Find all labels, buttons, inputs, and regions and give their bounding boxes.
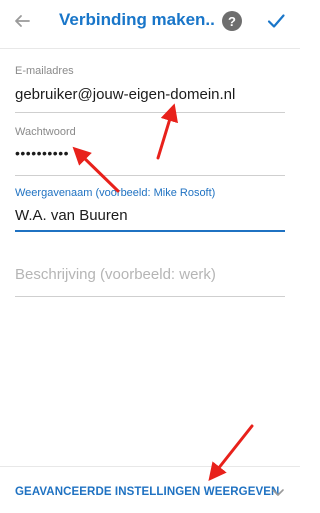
page-title: Verbinding maken... — [59, 10, 215, 29]
email-field[interactable]: E-mailadres gebruiker@jouw-eigen-domein.… — [15, 65, 285, 113]
back-button[interactable] — [8, 7, 36, 35]
advanced-settings-link[interactable]: GEAVANCEERDE INSTELLINGEN WEERGEVEN — [15, 486, 279, 498]
password-input[interactable]: •••••••••• — [15, 145, 69, 161]
help-button[interactable]: ? — [222, 11, 242, 31]
arrow-left-icon — [15, 15, 30, 27]
account-setup-screen: Verbinding maken... ? E-mailadres gebrui… — [0, 0, 300, 513]
email-label: E-mailadres — [15, 65, 74, 77]
description-input[interactable]: Beschrijving (voorbeeld: werk) — [15, 266, 216, 283]
checkmark-icon — [267, 14, 285, 28]
advanced-settings-toggle[interactable] — [270, 485, 286, 499]
display-name-field[interactable]: Weergavenaam (voorbeeld: Mike Rosoft) W.… — [15, 187, 285, 232]
description-field[interactable]: Beschrijving (voorbeeld: werk) — [15, 264, 285, 299]
footer-divider — [0, 466, 300, 467]
email-input[interactable]: gebruiker@jouw-eigen-domein.nl — [15, 86, 235, 103]
app-bar: Verbinding maken... ? — [0, 0, 300, 42]
display-name-label: Weergavenaam (voorbeeld: Mike Rosoft) — [15, 187, 216, 199]
display-name-input[interactable]: W.A. van Buuren — [15, 207, 128, 224]
description-underline — [15, 296, 285, 297]
chevron-down-icon — [272, 489, 284, 496]
confirm-button[interactable] — [263, 8, 289, 34]
password-underline — [15, 175, 285, 176]
email-underline — [15, 112, 285, 113]
password-label: Wachtwoord — [15, 126, 76, 138]
password-field[interactable]: Wachtwoord •••••••••• — [15, 126, 285, 176]
display-name-underline — [15, 230, 285, 232]
header-divider — [0, 48, 300, 49]
